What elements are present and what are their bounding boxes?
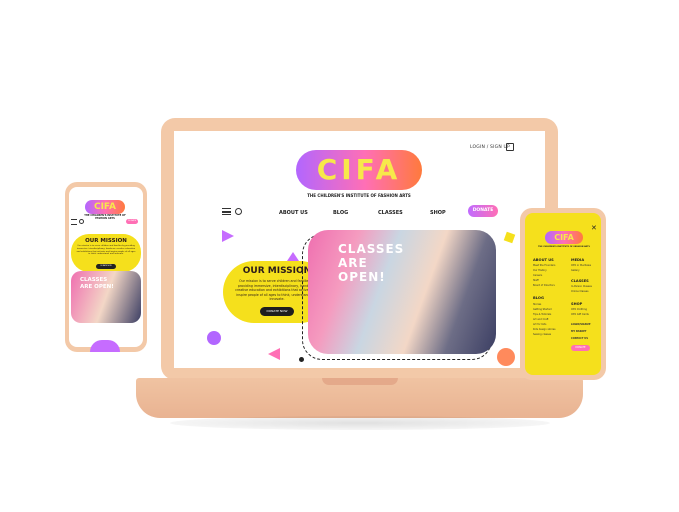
nav-shop[interactable]: SHOP (430, 210, 446, 216)
donate-button[interactable]: DONATE (468, 205, 498, 217)
menu-logo[interactable]: CIFA (545, 231, 583, 244)
menu-link[interactable]: Tips & Tutorials (533, 313, 551, 316)
nav-blog[interactable]: BLOG (333, 210, 348, 216)
menu-heading-blog[interactable]: BLOG (533, 296, 544, 300)
tagline: THE CHILDREN'S INSTITUTE OF FASHION ARTS (307, 193, 411, 198)
purple-circle-shape (207, 331, 221, 345)
mobile-logo[interactable]: CIFA (85, 200, 125, 214)
hamburger-icon-middle-bar (222, 211, 231, 213)
mobile-search-icon[interactable] (79, 219, 84, 224)
menu-link[interactable]: Art and Craft (533, 318, 548, 321)
menu-link[interactable]: Staff (533, 279, 539, 282)
purple-triangle-shape (222, 230, 234, 242)
menu-link[interactable]: Art for Kids (533, 323, 546, 326)
login-link[interactable]: LOGIN / SIGN UP (470, 145, 510, 150)
close-icon[interactable]: ✕ (591, 224, 597, 232)
menu-donate-button[interactable]: DONATE (571, 345, 590, 351)
menu-contact-link[interactable]: CONTACT US (571, 337, 588, 340)
mobile-purple-shape (90, 340, 120, 352)
menu-login-link[interactable]: LOGIN/SIGNUP (571, 323, 590, 326)
laptop-shadow (170, 416, 550, 430)
menu-link[interactable]: CIFA Clothing (571, 308, 587, 311)
nav-classes[interactable]: CLASSES (378, 210, 403, 216)
bag-icon[interactable] (506, 143, 514, 151)
menu-link[interactable]: Board of Directors (533, 284, 555, 287)
purple-triangle-shape-small (287, 252, 299, 261)
menu-link[interactable]: Our History (533, 269, 547, 272)
mobile-mission-title: OUR MISSION (85, 238, 127, 244)
menu-link[interactable]: Sewing classes (533, 333, 551, 336)
mobile-mission-body: Our mission is to serve children and fam… (76, 245, 136, 256)
menu-link[interactable]: In-Person Classes (571, 285, 592, 288)
menu-link[interactable]: Kids design stories (533, 328, 555, 331)
menu-basket-link[interactable]: MY BASKET (571, 330, 586, 333)
menu-heading-media[interactable]: MEDIA (571, 258, 584, 262)
laptop-hinge (322, 378, 398, 385)
menu-heading-about[interactable]: ABOUT US (533, 258, 554, 262)
menu-link[interactable]: CIFA Gift Cards (571, 313, 589, 316)
search-icon[interactable] (235, 208, 242, 215)
menu-link[interactable]: Gallery (571, 269, 580, 272)
mobile-donate-now-button[interactable]: DONATE NOW (96, 264, 116, 269)
mobile-hamburger-icon[interactable] (71, 219, 77, 225)
classes-open-title: CLASSES ARE OPEN! (338, 242, 405, 284)
menu-link[interactable]: Meet the Founders (533, 264, 555, 267)
menu-link[interactable]: Careers (533, 274, 542, 277)
menu-link[interactable]: Getting Started (533, 308, 551, 311)
mobile-donate-button[interactable]: DONATE (126, 219, 138, 224)
menu-heading-shop[interactable]: SHOP (571, 302, 582, 306)
logo-text[interactable]: CIFA (296, 150, 422, 190)
orange-circle-shape (497, 348, 515, 366)
donate-now-button[interactable]: DONATE NOW (260, 307, 294, 316)
pink-triangle-shape (268, 348, 280, 360)
menu-link[interactable]: Stories (533, 303, 541, 306)
menu-tagline: THE CHILDREN'S INSTITUTE OF FASHION ARTS (538, 246, 590, 248)
mobile-tagline: THE CHILDREN'S INSTITUTE OF FASHION ARTS (84, 214, 126, 220)
menu-link[interactable]: CIFA in the News (571, 264, 591, 267)
nav-about-us[interactable]: ABOUT US (279, 210, 308, 216)
dot-shape (299, 357, 304, 362)
mobile-classes-title: CLASSES ARE OPEN! (80, 277, 114, 290)
menu-link[interactable]: Online Classes (571, 290, 588, 293)
menu-heading-classes[interactable]: CLASSES (571, 279, 589, 283)
